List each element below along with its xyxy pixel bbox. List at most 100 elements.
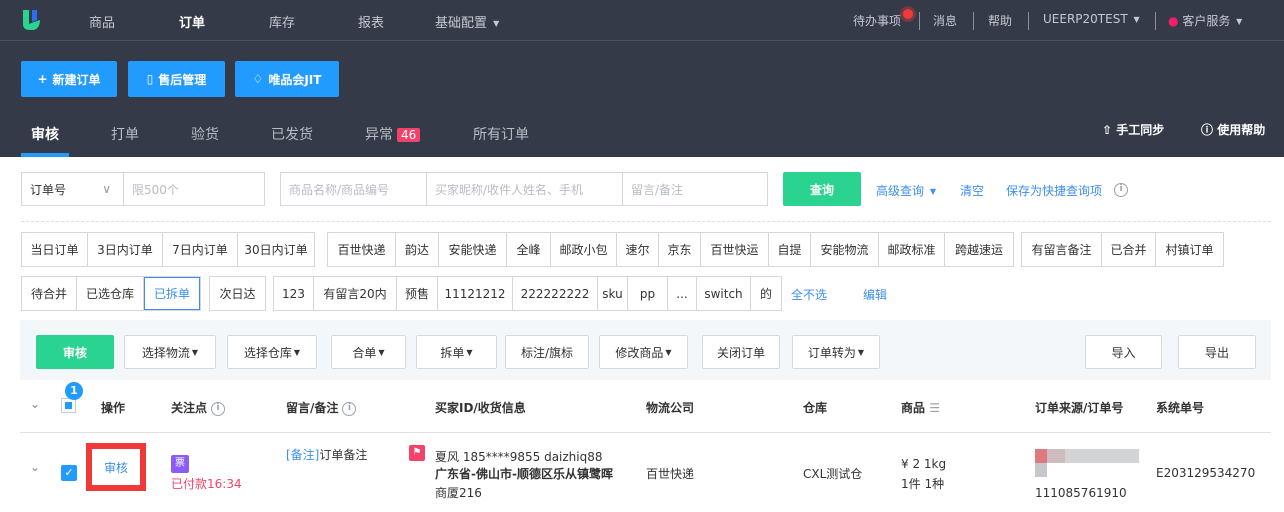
expand-all-icon[interactable]: ⌄ <box>30 397 40 411</box>
tab-inspect[interactable]: 验货 <box>191 124 219 144</box>
tag-today[interactable]: 当日订单 <box>22 233 88 266</box>
col-product-label: 商品 <box>901 401 926 415</box>
buyer-input[interactable]: 买家昵称/收件人姓名、手机 <box>426 172 623 206</box>
remark-input[interactable]: 留言/备注 <box>622 172 768 206</box>
tag-custom[interactable]: 预售 <box>397 277 438 310</box>
select-warehouse-button[interactable]: 选择仓库 ▼ <box>227 335 317 369</box>
tag-logistics[interactable]: 邮政小包 <box>551 233 617 266</box>
blurred-source-image <box>1035 463 1047 477</box>
nav-reports[interactable]: 报表 <box>358 12 384 31</box>
export-button[interactable]: 导出 <box>1178 335 1256 369</box>
tag-logistics[interactable]: 全峰 <box>507 233 551 266</box>
tag-custom[interactable]: 有留言20内 <box>314 277 397 310</box>
tag-logistics[interactable]: 百世快递 <box>328 233 396 266</box>
nav-inventory[interactable]: 库存 <box>269 12 295 31</box>
nav-orders[interactable]: 订单 <box>179 12 205 31</box>
tab-shipped[interactable]: 已发货 <box>271 124 313 144</box>
after-sale-button[interactable]: ▯ 售后管理 <box>128 61 225 97</box>
tag-30days[interactable]: 30日内订单 <box>238 233 314 266</box>
flag-icon[interactable]: ⚑ <box>409 445 425 461</box>
product-input[interactable]: 商品名称/商品编号 <box>280 172 427 206</box>
split-button[interactable]: 拆单 ▼ <box>416 335 497 369</box>
tab-exception[interactable]: 异常 46 <box>365 124 421 144</box>
tag-logistics[interactable]: 京东 <box>659 233 701 266</box>
usage-help-button[interactable]: ⓘ 使用帮助 <box>1201 121 1265 138</box>
tag-logistics[interactable]: 百世快运 <box>701 233 769 266</box>
status-filter-group: 待合并 已选仓库 已拆单 <box>21 276 201 311</box>
convert-order-button[interactable]: 订单转为 ▼ <box>792 335 880 369</box>
vip-jit-button[interactable]: ♢ 唯品会JIT <box>235 61 339 97</box>
split-label: 拆单 <box>440 345 465 360</box>
tag-has-remark[interactable]: 有留言备注 <box>1022 233 1102 266</box>
top-nav: 商品 订单 库存 报表 基础配置 ▼ 待办事项 消息 帮助 UEERP20TES… <box>0 0 1284 41</box>
col-buyer: 买家ID/收货信息 <box>435 401 526 415</box>
edit-product-button[interactable]: 修改商品 ▼ <box>599 335 688 369</box>
tag-custom[interactable]: sku <box>598 277 628 310</box>
filter-sliders-icon[interactable]: ☰ <box>929 401 940 415</box>
close-order-button[interactable]: 关闭订单 <box>702 335 780 369</box>
logo-icon[interactable] <box>20 8 42 32</box>
search-type-select[interactable]: 订单号 ∨ <box>21 172 124 206</box>
tag-custom[interactable]: 222222222 <box>513 277 598 310</box>
nav-base-config[interactable]: 基础配置 ▼ <box>435 12 499 31</box>
advanced-query-link[interactable]: 高级查询 ▼ <box>876 182 936 199</box>
after-sale-label: 售后管理 <box>158 72 207 87</box>
tag-logistics[interactable]: 安能快递 <box>439 233 507 266</box>
tag-pending-merge[interactable]: 待合并 <box>22 277 77 310</box>
tag-logistics[interactable]: 韵达 <box>396 233 439 266</box>
todo-link[interactable]: 待办事项 <box>853 12 901 29</box>
tag-split[interactable]: 已拆单 <box>144 277 200 310</box>
merge-button[interactable]: 合单 ▼ <box>331 335 406 369</box>
tab-all-orders[interactable]: 所有订单 <box>473 124 529 144</box>
deselect-all-link[interactable]: 全不选 <box>791 286 827 303</box>
audit-row-link[interactable]: 审核 <box>104 459 128 476</box>
divider <box>1028 12 1029 30</box>
tag-logistics[interactable]: 邮政标准 <box>879 233 945 266</box>
customer-service-menu[interactable]: ● 客户服务 ▼ <box>1168 12 1242 29</box>
tag-7days[interactable]: 7日内订单 <box>163 233 238 266</box>
info-icon[interactable]: i <box>342 401 357 416</box>
order-no: 111085761910 <box>1035 486 1127 500</box>
tag-custom[interactable]: pp <box>628 277 668 310</box>
account-menu[interactable]: UEERP20TEST ▼ <box>1043 12 1140 26</box>
tag-merged[interactable]: 已合并 <box>1102 233 1156 266</box>
usage-help-label: 使用帮助 <box>1217 123 1266 137</box>
select-all-checkbox[interactable] <box>61 398 76 413</box>
select-logistics-button[interactable]: 选择物流 ▼ <box>124 335 216 369</box>
flag-button[interactable]: 标注/旗标 <box>505 335 589 369</box>
nav-base-config-label: 基础配置 <box>435 16 488 31</box>
caret-down-icon: ▼ <box>493 19 500 28</box>
info-icon[interactable]: i <box>1110 182 1128 197</box>
tag-logistics[interactable]: 安能物流 <box>811 233 879 266</box>
tag-logistics[interactable]: 自提 <box>769 233 811 266</box>
query-button[interactable]: 查询 <box>783 172 861 206</box>
tag-custom[interactable]: 11121212 <box>438 277 513 310</box>
col-action: 操作 <box>101 401 126 415</box>
clear-link[interactable]: 清空 <box>960 182 984 199</box>
audit-button[interactable]: 审核 <box>36 335 114 369</box>
tag-logistics[interactable]: 跨越速运 <box>945 233 1013 266</box>
tag-custom[interactable]: 的 <box>751 277 781 310</box>
tag-logistics[interactable]: 速尔 <box>617 233 659 266</box>
tag-village[interactable]: 村镇订单 <box>1156 233 1223 266</box>
help-link[interactable]: 帮助 <box>988 12 1012 29</box>
tag-warehouse-selected[interactable]: 已选仓库 <box>77 277 144 310</box>
row-checkbox[interactable]: ✓ <box>61 465 77 481</box>
messages-link[interactable]: 消息 <box>933 12 957 29</box>
import-button[interactable]: 导入 <box>1085 335 1162 369</box>
expand-row-icon[interactable]: ⌄ <box>30 460 40 474</box>
new-order-button[interactable]: + 新建订单 <box>21 61 117 97</box>
tag-custom[interactable]: ... <box>668 277 697 310</box>
tab-audit[interactable]: 审核 <box>31 124 59 144</box>
tag-3days[interactable]: 3日内订单 <box>88 233 163 266</box>
edit-tags-link[interactable]: 编辑 <box>863 286 887 303</box>
nav-goods[interactable]: 商品 <box>89 12 115 31</box>
tag-next-day[interactable]: 次日达 <box>210 277 265 310</box>
manual-sync-button[interactable]: ⇧ 手工同步 <box>1102 121 1164 138</box>
save-quick-query-link[interactable]: 保存为快捷查询项 <box>1006 182 1102 199</box>
tag-custom[interactable]: 123 <box>274 277 314 310</box>
order-no-input[interactable]: 限500个 <box>123 172 265 206</box>
info-icon[interactable]: i <box>211 401 226 416</box>
tab-print[interactable]: 打单 <box>111 124 139 144</box>
tag-custom[interactable]: switch <box>697 277 751 310</box>
